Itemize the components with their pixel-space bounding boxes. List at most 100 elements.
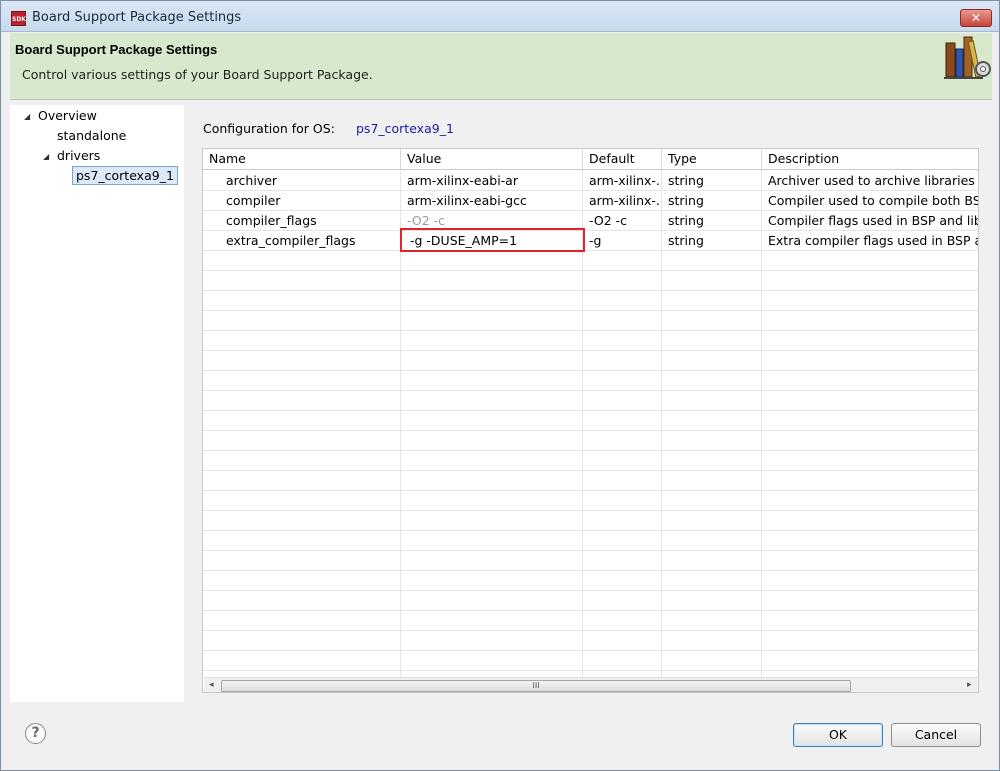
empty-cell	[662, 251, 762, 271]
cell-name: compiler	[203, 191, 401, 211]
empty-cell	[762, 571, 978, 591]
empty-cell	[762, 291, 978, 311]
column-header-default[interactable]: Default	[583, 149, 662, 170]
empty-cell	[401, 311, 583, 331]
empty-cell	[203, 471, 401, 491]
cell-value[interactable]: arm-xilinx-eabi-ar	[401, 171, 583, 191]
config-os-label: Configuration for OS:	[203, 121, 335, 136]
empty-cell	[583, 471, 662, 491]
empty-cell	[583, 611, 662, 631]
empty-cell	[203, 531, 401, 551]
empty-cell	[662, 351, 762, 371]
empty-table-row	[203, 291, 978, 311]
table-row[interactable]: archiver arm-xilinx-eabi-ar arm-xilinx-.…	[203, 171, 978, 191]
window-title: Board Support Package Settings	[32, 10, 242, 25]
help-button[interactable]: ?	[25, 723, 46, 744]
empty-cell	[762, 511, 978, 531]
empty-cell	[401, 411, 583, 431]
settings-table: Name Value Default Type Description arch…	[202, 148, 979, 693]
empty-cell	[762, 471, 978, 491]
empty-cell	[583, 451, 662, 471]
empty-cell	[583, 371, 662, 391]
tree-item-standalone[interactable]: standalone	[57, 128, 126, 143]
empty-table-row	[203, 571, 978, 591]
empty-table-row	[203, 651, 978, 671]
sdk-app-icon: SDK	[11, 11, 26, 26]
empty-table-row	[203, 451, 978, 471]
empty-cell	[662, 511, 762, 531]
empty-cell	[401, 551, 583, 571]
empty-cell	[203, 591, 401, 611]
cell-name: archiver	[203, 171, 401, 191]
empty-cell	[203, 631, 401, 651]
empty-cell	[762, 651, 978, 671]
empty-cell	[583, 551, 662, 571]
empty-cell	[401, 331, 583, 351]
empty-cell	[662, 451, 762, 471]
column-header-description[interactable]: Description	[762, 149, 978, 170]
empty-table-row	[203, 631, 978, 651]
empty-cell	[401, 471, 583, 491]
empty-cell	[583, 431, 662, 451]
books-gear-icon	[944, 36, 991, 79]
empty-cell	[203, 451, 401, 471]
column-header-name[interactable]: Name	[203, 149, 401, 170]
expand-toggle-icon[interactable]: ◢	[24, 112, 30, 121]
empty-cell	[662, 411, 762, 431]
empty-cell	[762, 311, 978, 331]
empty-cell	[583, 311, 662, 331]
empty-cell	[662, 291, 762, 311]
empty-cell	[401, 391, 583, 411]
empty-cell	[583, 391, 662, 411]
scroll-thumb[interactable]: III	[221, 680, 851, 692]
empty-cell	[401, 431, 583, 451]
scroll-left-icon[interactable]: ◂	[209, 680, 214, 690]
empty-cell	[583, 351, 662, 371]
empty-cell	[401, 591, 583, 611]
empty-cell	[203, 651, 401, 671]
table-row[interactable]: compiler arm-xilinx-eabi-gcc arm-xilinx-…	[203, 191, 979, 211]
empty-cell	[762, 631, 978, 651]
empty-cell	[583, 531, 662, 551]
empty-table-row	[203, 311, 978, 331]
empty-cell	[583, 591, 662, 611]
empty-cell	[762, 491, 978, 511]
empty-cell	[662, 611, 762, 631]
close-button[interactable]: ✕	[960, 9, 992, 27]
empty-cell	[401, 631, 583, 651]
highlight-box	[400, 228, 585, 252]
cell-type: string	[662, 171, 762, 191]
scroll-right-icon[interactable]: ▸	[967, 680, 972, 690]
empty-table-row	[203, 411, 978, 431]
empty-cell	[662, 431, 762, 451]
empty-table-row	[203, 351, 978, 371]
horizontal-scrollbar[interactable]: ◂ III ▸	[204, 677, 978, 692]
empty-cell	[203, 251, 401, 271]
empty-cell	[401, 251, 583, 271]
tree-item-drivers[interactable]: drivers	[57, 148, 100, 163]
table-row[interactable]: extra_compiler_flags -g -DUSE_AMP=1 -g s…	[203, 231, 979, 251]
column-header-value[interactable]: Value	[401, 149, 583, 170]
ok-button[interactable]: OK	[793, 723, 883, 747]
expand-toggle-icon[interactable]: ◢	[43, 152, 49, 161]
empty-cell	[762, 271, 978, 291]
table-row[interactable]: compiler_flags -O2 -c -O2 -c string Comp…	[203, 211, 978, 231]
cell-type: string	[662, 211, 762, 231]
empty-table-row	[203, 611, 978, 631]
tree-item-overview[interactable]: Overview	[38, 108, 97, 123]
empty-cell	[203, 291, 401, 311]
cell-type: string	[662, 231, 762, 251]
cell-value[interactable]: arm-xilinx-eabi-gcc	[401, 191, 583, 211]
column-header-type[interactable]: Type	[662, 149, 762, 170]
empty-cell	[762, 251, 978, 271]
cell-description: Compiler used to compile both BSP	[768, 193, 979, 208]
empty-cell	[203, 271, 401, 291]
empty-cell	[401, 451, 583, 471]
cell-description: Extra compiler flags used in BSP and	[768, 233, 979, 248]
cancel-button[interactable]: Cancel	[891, 723, 981, 747]
empty-cell	[203, 351, 401, 371]
empty-cell	[662, 551, 762, 571]
empty-cell	[662, 271, 762, 291]
tree-item-ps7-cortexa9-1[interactable]: ps7_cortexa9_1	[72, 166, 178, 185]
navigation-tree: ◢ Overview standalone ◢ drivers ps7_cort…	[10, 105, 184, 702]
